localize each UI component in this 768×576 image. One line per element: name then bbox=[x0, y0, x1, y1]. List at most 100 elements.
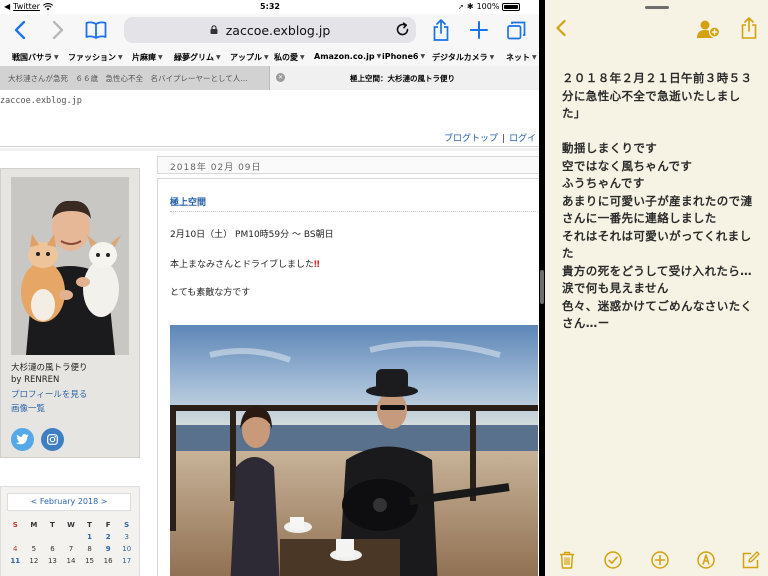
calendar-day: 12 bbox=[29, 557, 39, 565]
calendar-day[interactable]: 1 bbox=[80, 533, 99, 541]
battery-icon bbox=[502, 2, 521, 11]
favorite-item[interactable]: ネット ▼ bbox=[506, 52, 537, 63]
favorite-item[interactable]: 戦国バサラ ▼ bbox=[12, 52, 59, 63]
chevron-down-icon: ▼ bbox=[158, 54, 163, 61]
favorite-label: 片麻痺 bbox=[132, 53, 156, 62]
reload-icon[interactable] bbox=[395, 22, 410, 37]
login-link[interactable]: ログイ bbox=[509, 134, 536, 144]
note-body[interactable]: ２０１８年２月２１日午前３時５３分に急性心不全で急逝いたしました」 動揺しまくり… bbox=[562, 70, 762, 333]
calendar-day: 16 bbox=[103, 557, 113, 565]
add-person-icon bbox=[697, 20, 721, 38]
close-tab-icon[interactable]: ✕ bbox=[276, 73, 285, 82]
slide-over-grabber[interactable] bbox=[645, 6, 669, 9]
calendar-day: 7 bbox=[68, 545, 74, 553]
favorite-label: ネット bbox=[506, 53, 530, 62]
chevron-down-icon: ▼ bbox=[489, 54, 495, 61]
calendar-day: 6 bbox=[50, 545, 55, 553]
trash-icon bbox=[560, 551, 574, 569]
calendar-weekday: M bbox=[30, 521, 38, 529]
tab-inactive[interactable]: 大杉漣さんが急死 ６６歳 急性心不全 名バイプレーヤーとして人… bbox=[0, 66, 270, 90]
notes-share-button[interactable] bbox=[738, 16, 760, 40]
profile-box: 大杉漣の風トラ便り by RENREN プロフィールを見る 画像一覧 bbox=[0, 168, 140, 458]
bluetooth-icon: ✱ bbox=[466, 2, 474, 11]
checklist-button[interactable] bbox=[603, 550, 623, 570]
back-to-app-link[interactable]: Twitter bbox=[13, 2, 40, 11]
chevron-down-icon: ▼ bbox=[216, 54, 221, 61]
favorite-label: iPhone6 bbox=[382, 52, 419, 61]
calendar-day bbox=[62, 533, 81, 541]
calendar-day: 15 bbox=[85, 557, 95, 565]
tabs-button[interactable] bbox=[504, 18, 528, 42]
image-list-link[interactable]: 画像一覧 bbox=[11, 402, 45, 414]
post-line-2-text: 本上まなみさんとドライブしました bbox=[170, 260, 315, 270]
calendar-day[interactable]: 9 bbox=[99, 545, 118, 553]
chevron-right-icon bbox=[52, 21, 64, 39]
delete-note-button[interactable] bbox=[557, 550, 577, 570]
favorite-item[interactable]: アップル ▼ bbox=[230, 52, 269, 63]
instagram-icon bbox=[47, 434, 58, 445]
header-shadow bbox=[0, 148, 539, 151]
back-arrow-icon[interactable]: ◀ bbox=[4, 2, 10, 11]
clock: 5:32 bbox=[260, 2, 280, 11]
calendar-month-nav[interactable]: < February 2018 > bbox=[7, 493, 131, 511]
favorite-item[interactable]: 私の愛 ▼ bbox=[274, 52, 305, 63]
chevron-down-icon: ▼ bbox=[54, 54, 59, 61]
calendar-weekday: S bbox=[12, 521, 18, 529]
blog-domain: zaccoe.exblog.jp bbox=[0, 96, 82, 106]
calendar-day bbox=[43, 533, 62, 541]
calendar-day: 5 bbox=[31, 545, 37, 553]
profile-name: 大杉漣の風トラ便り by RENREN bbox=[11, 362, 88, 386]
tab-bar: 大杉漣さんが急死 ６６歳 急性心不全 名バイプレーヤーとして人… ✕ 極上空間：… bbox=[0, 66, 539, 90]
favorite-item[interactable]: 緑夢グリム ▼ bbox=[174, 52, 221, 63]
calendar-day[interactable]: 11 bbox=[6, 557, 25, 565]
notes-back-button[interactable] bbox=[553, 18, 569, 38]
post-line-3: とても素敵な方です bbox=[170, 288, 251, 298]
blog-author: by RENREN bbox=[11, 375, 60, 385]
twitter-button[interactable] bbox=[11, 428, 34, 451]
profile-link[interactable]: プロフィールを見る bbox=[11, 388, 87, 400]
bookmarks-button[interactable] bbox=[84, 18, 108, 42]
instagram-button[interactable] bbox=[41, 428, 64, 451]
profile-photo bbox=[11, 177, 129, 355]
lock-icon bbox=[210, 25, 218, 34]
favorites-bar: 戦国バサラ ▼ ファッション ▼ 片麻痺 ▼ 緑夢グリム ▼ アップル ▼ 私の愛 ▼ Amazon.c… bbox=[0, 46, 539, 66]
favorite-label: 戦国バサラ bbox=[12, 53, 52, 62]
tab-active[interactable]: ✕ 極上空間：大杉漣の風トラ便り bbox=[270, 66, 539, 90]
favorite-label: ファッション bbox=[68, 53, 116, 62]
share-button[interactable] bbox=[429, 18, 453, 42]
blog-nav: ブログトップ | ログイ bbox=[444, 131, 536, 144]
chevron-left-icon bbox=[14, 21, 26, 39]
calendar-day bbox=[6, 533, 25, 541]
favorite-item[interactable]: デジタルカメラ ▼ bbox=[432, 52, 494, 63]
calendar-weekday: T bbox=[50, 521, 55, 529]
address-bar[interactable]: zaccoe.exblog.jp bbox=[124, 17, 416, 43]
calendar-day[interactable]: 2 bbox=[99, 533, 118, 541]
calendar-weekday: S bbox=[124, 521, 130, 529]
chevron-down-icon: ▼ bbox=[376, 53, 382, 60]
calendar-day: 17 bbox=[122, 557, 132, 565]
blog-top-link[interactable]: ブログトップ bbox=[444, 134, 498, 144]
divider-handle[interactable] bbox=[540, 270, 544, 304]
chevron-down-icon: ▼ bbox=[532, 54, 537, 61]
add-people-button[interactable] bbox=[697, 18, 721, 40]
chevron-down-icon: ▼ bbox=[264, 54, 269, 61]
favorite-item[interactable]: iPhone6 ▼ bbox=[382, 52, 425, 61]
pen-tip-circle-icon bbox=[697, 551, 715, 569]
chevron-down-icon: ▼ bbox=[118, 54, 123, 61]
calendar-weekday: F bbox=[105, 521, 111, 529]
back-button[interactable] bbox=[8, 18, 32, 42]
twitter-bird-icon bbox=[16, 434, 29, 445]
favorite-item[interactable]: 片麻痺 ▼ bbox=[132, 52, 163, 63]
compose-note-button[interactable] bbox=[741, 550, 761, 570]
favorite-item[interactable]: ファッション ▼ bbox=[68, 52, 123, 63]
notes-pane: ２０１８年２月２１日午前３時５３分に急性心不全で急逝いたしました」 動揺しまくり… bbox=[545, 0, 768, 576]
book-icon bbox=[85, 21, 107, 39]
post-title[interactable]: 極上空間 bbox=[170, 195, 206, 208]
favorite-label: Amazon.co.jp bbox=[314, 52, 375, 61]
forward-button[interactable] bbox=[46, 18, 70, 42]
new-tab-button[interactable] bbox=[467, 18, 491, 42]
markup-button[interactable] bbox=[696, 550, 716, 570]
calendar-day: 4 bbox=[13, 545, 18, 553]
favorite-item[interactable]: Amazon.co.jp ▼ bbox=[314, 52, 381, 61]
add-attachment-button[interactable] bbox=[650, 550, 670, 570]
